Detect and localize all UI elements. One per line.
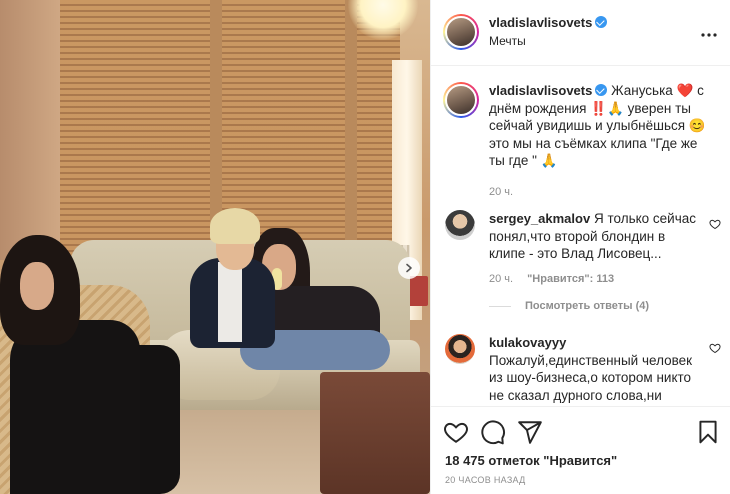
post-photo[interactable] xyxy=(0,0,430,494)
comment-text: Пожалуй,единственный человек из шоу-бизн… xyxy=(489,352,693,407)
view-replies-button[interactable]: Посмотреть ответы (4) xyxy=(489,300,649,312)
post-side-panel: vladislavlisovets Мечты vladislavlisovet… xyxy=(430,0,730,494)
chevron-right-icon xyxy=(406,263,412,273)
photo-girl-face xyxy=(20,262,54,310)
commenter-avatar[interactable] xyxy=(445,210,475,240)
caption-time[interactable]: 20 ч. xyxy=(489,184,715,202)
comment-username[interactable]: sergey_akmalov xyxy=(489,211,590,226)
caption-body: vladislavlisovets Жануська ❤️ с днём рож… xyxy=(489,82,715,201)
comment-icon[interactable] xyxy=(480,419,506,445)
bookmark-icon[interactable] xyxy=(695,419,721,445)
caption-avatar[interactable] xyxy=(443,82,479,118)
comment-time[interactable]: 20 ч. xyxy=(489,273,513,285)
comment-like-heart-icon[interactable] xyxy=(709,342,721,354)
heart-icon[interactable] xyxy=(443,419,469,445)
post-header: vladislavlisovets Мечты xyxy=(431,0,730,66)
comment-body: sergey_akmalov Я только сейчас понял,что… xyxy=(489,210,701,288)
photo-girl-body xyxy=(10,320,140,494)
caption-username[interactable]: vladislavlisovets xyxy=(489,83,592,98)
more-horizontal-icon xyxy=(701,33,717,37)
verified-badge-icon xyxy=(595,84,608,96)
author-avatar[interactable] xyxy=(443,14,479,50)
post-actions: 18 475 отметок "Нравится" 20 часов назад xyxy=(431,406,730,494)
more-options-button[interactable] xyxy=(701,21,717,42)
photo-guy-shirt xyxy=(218,262,242,342)
comment-meta: 20 ч. "Нравится": 113 xyxy=(489,271,701,289)
author-username-text[interactable]: vladislavlisovets xyxy=(489,15,592,30)
commenter-avatar[interactable] xyxy=(445,334,475,364)
author-username[interactable]: vladislavlisovets xyxy=(489,15,608,30)
comment-likes[interactable]: "Нравится": 113 xyxy=(527,273,614,285)
photo-guy-hair xyxy=(210,208,260,244)
comment-username[interactable]: kulakovayyy xyxy=(489,335,566,350)
post-timestamp[interactable]: 20 часов назад xyxy=(445,475,526,485)
comments-list[interactable]: vladislavlisovets Жануська ❤️ с днём рож… xyxy=(431,66,730,406)
verified-badge-icon xyxy=(595,16,608,28)
comment-like-heart-icon[interactable] xyxy=(709,218,721,230)
next-photo-button[interactable] xyxy=(398,257,420,279)
photo-table xyxy=(320,372,430,494)
likes-count[interactable]: 18 475 отметок "Нравится" xyxy=(445,453,617,468)
author-avatar-image xyxy=(445,16,477,48)
photo-blinds-gap xyxy=(345,0,357,260)
send-icon[interactable] xyxy=(517,419,543,445)
photo-blinds-gap xyxy=(210,0,222,245)
comment-body: kulakovayyy Пожалуй,единственный человек… xyxy=(489,334,701,406)
caption-avatar-image xyxy=(445,84,477,116)
post-location[interactable]: Мечты xyxy=(489,34,526,48)
